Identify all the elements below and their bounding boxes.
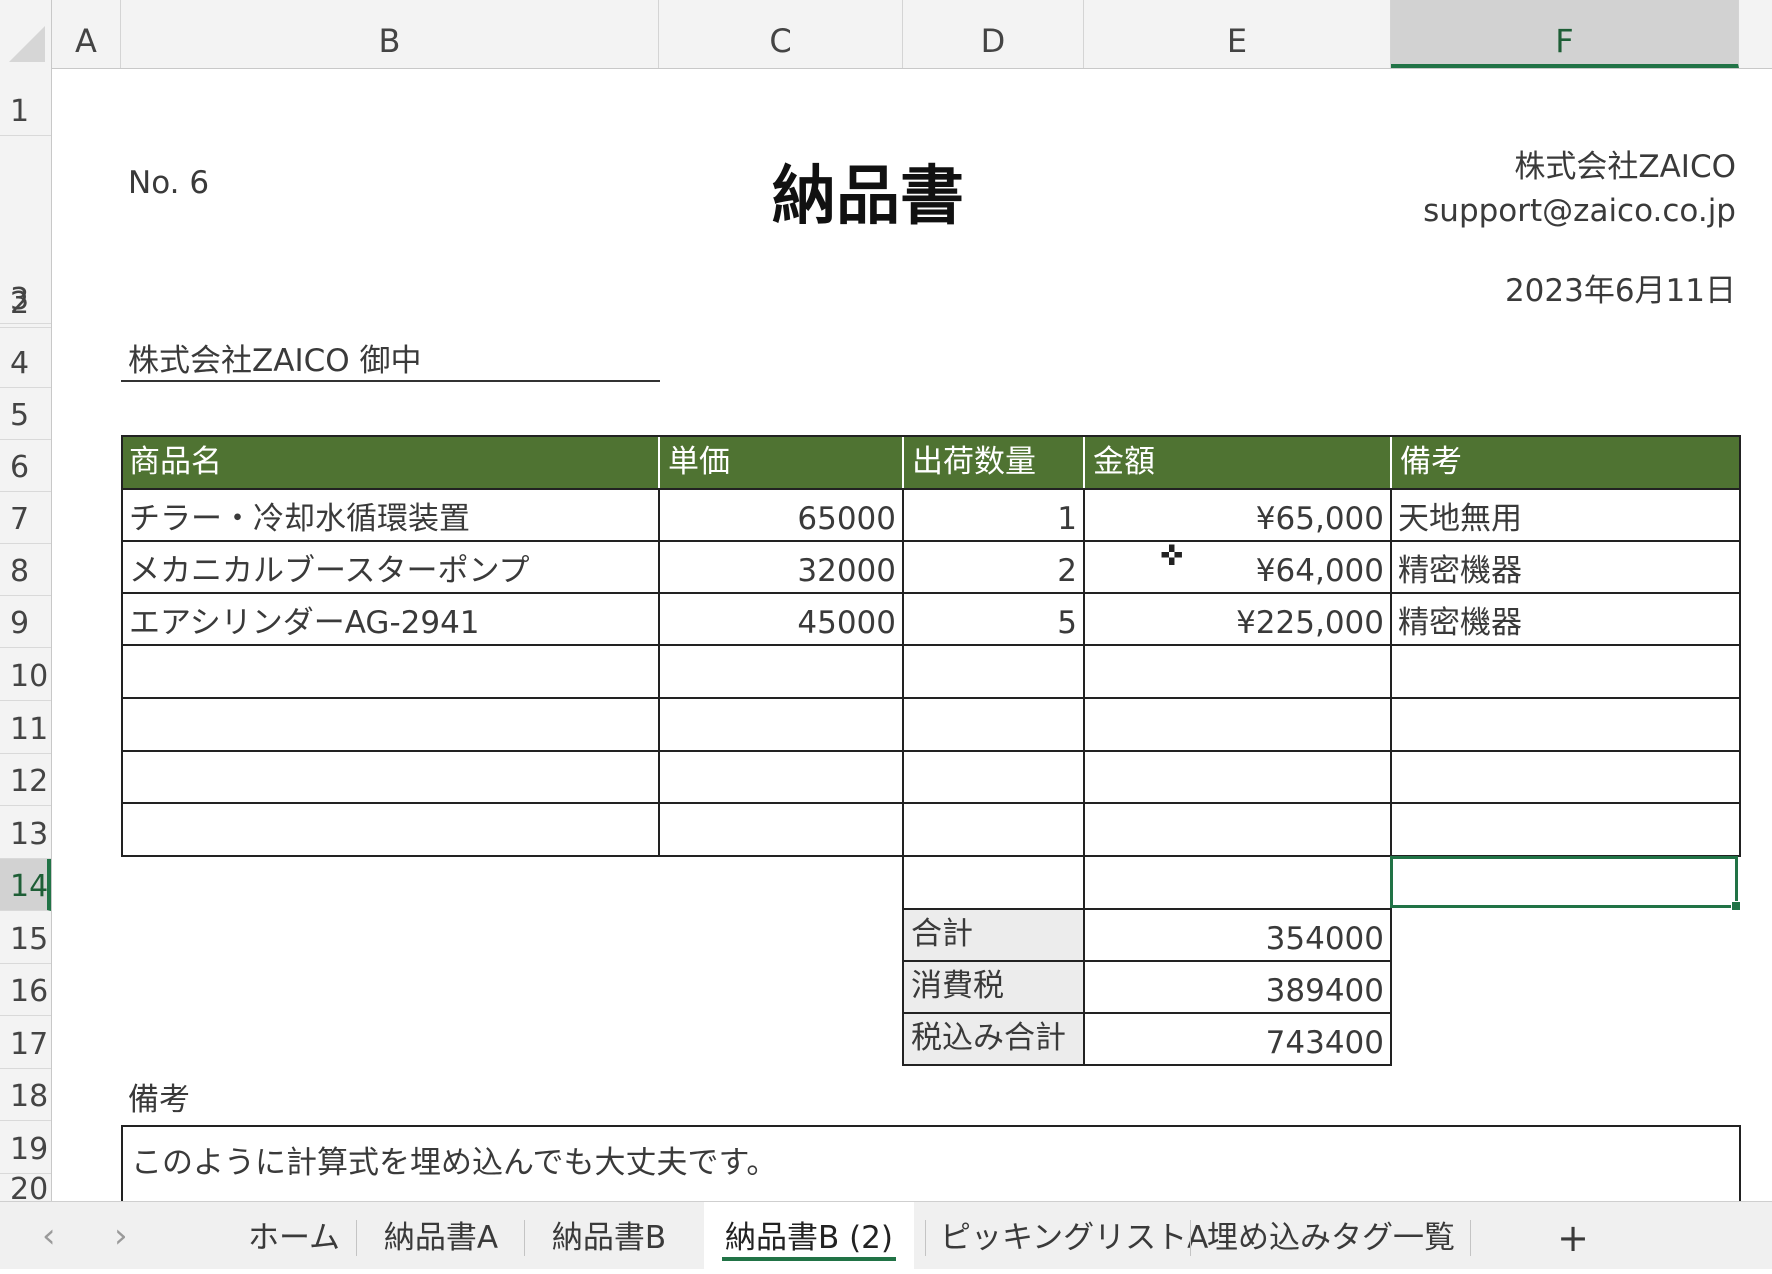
total-value[interactable]: 354000 — [1085, 908, 1390, 960]
tab-delivery-b[interactable]: 納品書B — [538, 1202, 680, 1269]
tab-separator — [1470, 1220, 1471, 1256]
remarks-label: 備考 — [128, 1082, 190, 1118]
column-header-bar: A B C D E F — [0, 0, 1772, 69]
table-header-unit-price: 単価 — [660, 436, 902, 488]
item-amount[interactable]: ¥225,000 — [1085, 592, 1390, 644]
item-qty[interactable]: 1 — [904, 488, 1083, 540]
tab-separator — [1190, 1220, 1191, 1256]
row-header-bar: 1 2 3 4 5 6 7 8 9 10 11 12 13 14 15 16 1… — [0, 68, 52, 1201]
row-header-18[interactable]: 18 — [0, 1069, 51, 1121]
document-number: No. 6 — [128, 165, 210, 201]
issuer-email: support@zaico.co.jp — [1423, 193, 1736, 229]
item-qty[interactable]: 5 — [904, 592, 1083, 644]
column-header-e[interactable]: E — [1084, 0, 1391, 68]
column-header-a[interactable]: A — [52, 0, 121, 68]
worksheet[interactable]: No. 6 納品書 株式会社ZAICO support@zaico.co.jp … — [52, 69, 1772, 1201]
tab-separator — [925, 1220, 926, 1256]
total-label: 合計 — [904, 908, 1083, 960]
item-qty[interactable]: 2 — [904, 540, 1083, 592]
table-header-note: 備考 — [1392, 436, 1739, 488]
recipient-underline — [121, 380, 660, 382]
row-header-5[interactable]: 5 — [0, 388, 51, 440]
item-name[interactable]: エアシリンダーAG-2941 — [129, 592, 659, 644]
column-header-d[interactable]: D — [903, 0, 1084, 68]
grand-total-label: 税込み合計 — [904, 1012, 1083, 1064]
row-header-14[interactable]: 14 — [0, 859, 51, 911]
column-header-f[interactable]: F — [1391, 0, 1739, 68]
next-sheet-icon[interactable]: › — [114, 1216, 128, 1256]
issuer-company: 株式会社ZAICO — [1514, 149, 1736, 185]
select-all-corner[interactable] — [0, 0, 52, 68]
select-all-triangle — [9, 26, 45, 62]
item-note[interactable]: 精密機器 — [1398, 592, 1738, 644]
row-header-13[interactable]: 13 — [0, 806, 51, 859]
tab-embedded-tags[interactable]: 埋め込みタグ一覧 — [1204, 1202, 1458, 1269]
tab-separator — [524, 1220, 525, 1256]
item-unit-price[interactable]: 65000 — [660, 488, 902, 540]
row-header-19[interactable]: 19 — [0, 1121, 51, 1174]
item-unit-price[interactable]: 32000 — [660, 540, 902, 592]
table-header-amount: 金額 — [1085, 436, 1390, 488]
row-header-1[interactable]: 1 — [0, 68, 51, 136]
item-unit-price[interactable]: 45000 — [660, 592, 902, 644]
prev-sheet-icon[interactable]: ‹ — [42, 1216, 56, 1256]
issue-date: 2023年6月11日 — [1504, 273, 1736, 309]
table-header-name: 商品名 — [121, 436, 658, 488]
tab-delivery-a[interactable]: 納品書A — [370, 1202, 512, 1269]
row-header-15[interactable]: 15 — [0, 911, 51, 964]
tax-label: 消費税 — [904, 960, 1083, 1012]
row-header-3[interactable]: 3 — [0, 260, 51, 324]
item-name[interactable]: メカニカルブースターポンプ — [129, 540, 659, 592]
tab-delivery-b-2[interactable]: 納品書B (2) — [704, 1202, 914, 1269]
fill-handle[interactable] — [1731, 901, 1741, 911]
tab-picking-list-a[interactable]: ピッキングリストA — [940, 1202, 1208, 1269]
remarks-text: このように計算式を埋め込んでも大丈夫です。 — [131, 1145, 778, 1181]
cell-cursor-icon: ✜ — [1160, 539, 1184, 572]
row-header-6[interactable]: 6 — [0, 440, 51, 492]
item-amount[interactable]: ¥64,000 — [1085, 540, 1390, 592]
row-header-12[interactable]: 12 — [0, 754, 51, 806]
column-header-b[interactable]: B — [121, 0, 659, 68]
selected-cell-f14[interactable] — [1390, 856, 1741, 911]
add-sheet-button[interactable]: + — [1548, 1202, 1598, 1269]
item-amount[interactable]: ¥65,000 — [1085, 488, 1390, 540]
table-header-qty: 出荷数量 — [904, 436, 1083, 488]
remarks-box[interactable]: このように計算式を埋め込んでも大丈夫です。 — [121, 1125, 1741, 1201]
column-header-c[interactable]: C — [659, 0, 903, 68]
row-header-9[interactable]: 9 — [0, 596, 51, 648]
row-header-16[interactable]: 16 — [0, 964, 51, 1016]
item-note[interactable]: 天地無用 — [1398, 488, 1738, 540]
active-tab-underline — [722, 1257, 896, 1261]
row-header-4[interactable]: 4 — [0, 324, 51, 388]
item-note[interactable]: 精密機器 — [1398, 540, 1738, 592]
document-title: 納品書 — [772, 160, 964, 234]
grand-total-value[interactable]: 743400 — [1085, 1012, 1390, 1064]
tab-separator — [356, 1220, 357, 1256]
row-header-8[interactable]: 8 — [0, 544, 51, 596]
row-header-11[interactable]: 11 — [0, 701, 51, 754]
sheet-tab-bar: ‹ › ホーム 納品書A 納品書B 納品書B (2) ピッキングリストA 埋め込… — [0, 1201, 1772, 1269]
item-name[interactable]: チラー・冷却水循環装置 — [129, 488, 659, 540]
row-header-10[interactable]: 10 — [0, 648, 51, 701]
row-header-17[interactable]: 17 — [0, 1016, 51, 1069]
row-header-20[interactable]: 20 — [0, 1172, 51, 1201]
tab-home[interactable]: ホーム — [238, 1202, 350, 1269]
tax-value[interactable]: 389400 — [1085, 960, 1390, 1012]
tab-delivery-b-2-label: 納品書B (2) — [724, 1220, 894, 1256]
row-header-7[interactable]: 7 — [0, 492, 51, 544]
recipient-name: 株式会社ZAICO 御中 — [128, 343, 422, 379]
